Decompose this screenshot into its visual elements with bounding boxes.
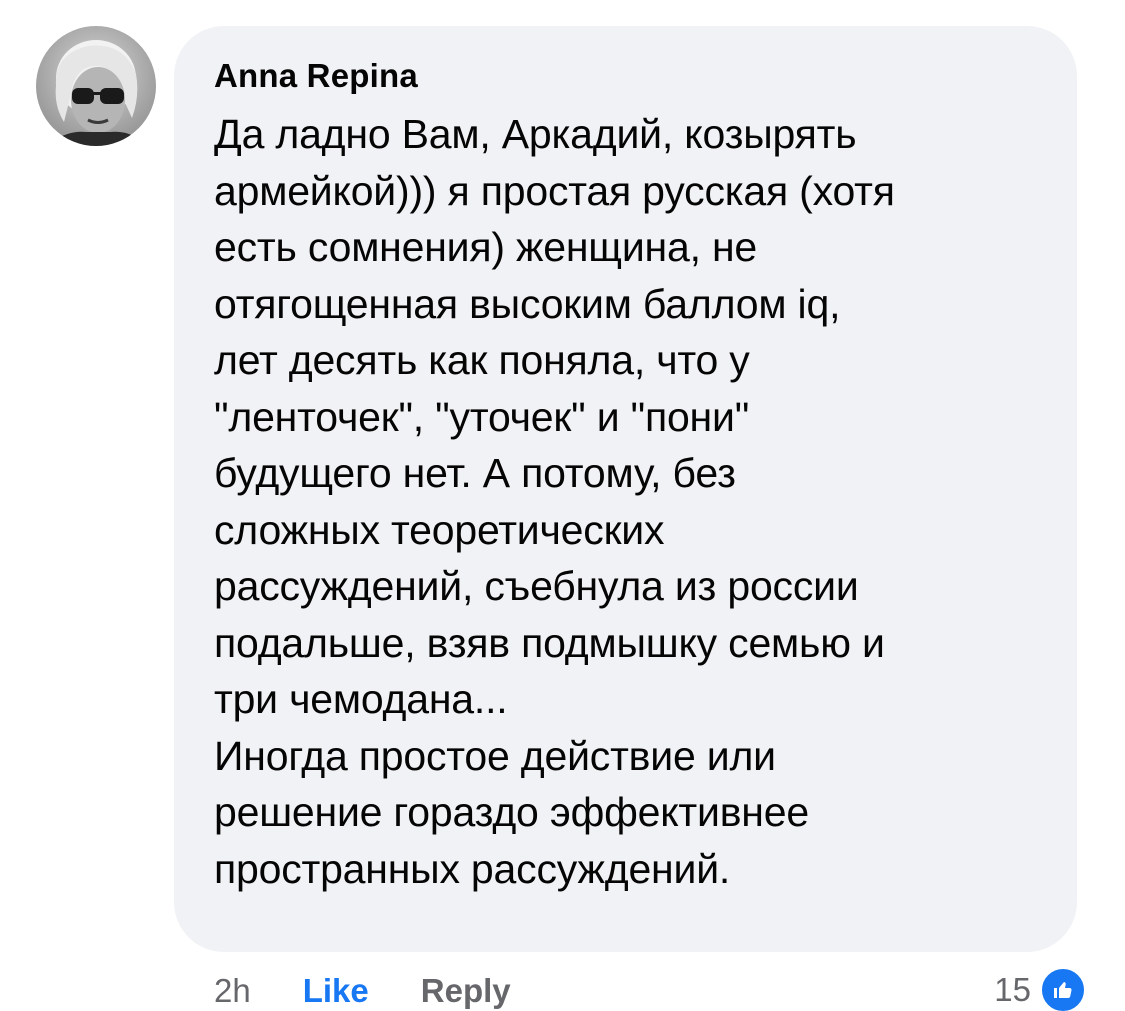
thumbs-up-icon: [1039, 966, 1087, 1011]
comment-body: Да ладно Вам, Аркадий, козырять армейкой…: [214, 111, 895, 892]
avatar-photo: [36, 26, 156, 146]
comment-thread: Anna Repina Да ладно Вам, Аркадий, козыр…: [0, 0, 1125, 1011]
reply-button[interactable]: Reply: [421, 966, 511, 1011]
comment-author-name[interactable]: Anna Repina: [214, 56, 1041, 96]
reaction-count: 15: [994, 971, 1031, 1008]
like-button[interactable]: Like: [303, 966, 369, 1011]
comment-timestamp[interactable]: 2h: [214, 966, 251, 1011]
author-avatar[interactable]: [36, 26, 156, 146]
comment-actions: 2h Like Reply: [214, 966, 511, 1011]
comment-bubble: Anna Repina Да ладно Вам, Аркадий, козыр…: [174, 26, 1077, 952]
reaction-summary[interactable]: 15: [994, 966, 1087, 1011]
